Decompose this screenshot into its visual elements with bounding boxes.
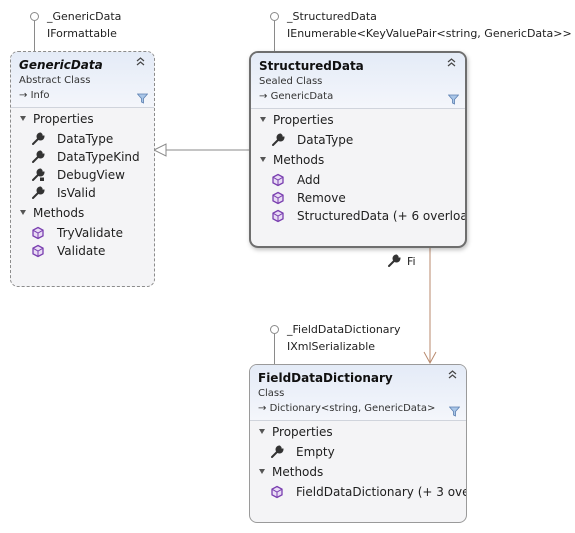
class-box-structured-data[interactable]: StructuredData Sealed Class → GenericDat… xyxy=(249,51,467,248)
class-name: GenericData xyxy=(19,58,103,72)
collapse-triangle-icon xyxy=(260,157,266,162)
class-header: StructuredData Sealed Class → GenericDat… xyxy=(251,53,465,109)
class-kind: Class xyxy=(258,388,285,399)
cube-icon xyxy=(272,209,284,223)
collapse-triangle-icon xyxy=(20,210,26,215)
method-item[interactable]: TryValidate xyxy=(11,224,154,242)
section-methods[interactable]: Methods xyxy=(250,461,466,483)
section-methods[interactable]: Methods xyxy=(251,149,465,171)
property-item[interactable]: DataType xyxy=(251,131,465,149)
class-name: StructuredData xyxy=(259,59,364,73)
class-kind: Abstract Class xyxy=(19,75,91,86)
inherit-arrow-icon: → xyxy=(258,403,267,414)
section-properties[interactable]: Properties xyxy=(11,108,154,130)
collapse-triangle-icon xyxy=(259,429,265,434)
filter-icon[interactable] xyxy=(448,94,459,105)
collapse-triangle-icon xyxy=(259,469,265,474)
inherit-arrow-icon: → xyxy=(19,90,28,101)
class-kind: Sealed Class xyxy=(259,76,323,87)
class-base: → GenericData xyxy=(259,91,334,102)
cube-icon xyxy=(32,226,44,240)
class-base: → Dictionary<string, GenericData> xyxy=(258,403,436,414)
section-properties[interactable]: Properties xyxy=(251,109,465,131)
class-header: FieldDataDictionary Class → Dictionary<s… xyxy=(250,365,466,421)
inherit-arrow-icon: → xyxy=(259,91,268,102)
property-item[interactable]: Empty xyxy=(250,443,466,461)
filter-icon[interactable] xyxy=(449,406,460,417)
class-name: FieldDataDictionary xyxy=(258,371,393,385)
cube-icon xyxy=(272,173,284,187)
method-item[interactable]: Validate xyxy=(11,242,154,260)
property-item[interactable]: DataType xyxy=(11,130,154,148)
wrench-icon xyxy=(271,445,284,458)
method-item[interactable]: Add xyxy=(251,171,465,189)
class-header: GenericData Abstract Class → Info xyxy=(11,52,154,108)
interface-lollipop-icon xyxy=(270,325,279,334)
interface-lollipop-icon xyxy=(270,12,279,21)
wrench-icon xyxy=(388,254,401,267)
wrench-icon xyxy=(32,132,45,145)
method-item[interactable]: StructuredData (+ 6 overloa... xyxy=(251,207,465,225)
section-properties[interactable]: Properties xyxy=(250,421,466,443)
double-chevron-up-icon[interactable] xyxy=(446,58,457,69)
class-box-generic-data[interactable]: GenericData Abstract Class → Info Proper… xyxy=(10,51,155,287)
class-base: → Info xyxy=(19,90,50,101)
interface-type: IFormattable xyxy=(47,27,117,40)
interface-name: _GenericData xyxy=(47,10,122,23)
interface-type: IXmlSerializable xyxy=(287,340,376,353)
inheritance-arrowhead xyxy=(152,143,167,157)
association-label[interactable]: Fi xyxy=(388,254,416,268)
collapse-triangle-icon xyxy=(260,117,266,122)
property-item[interactable]: DebugView xyxy=(11,166,154,184)
wrench-icon xyxy=(32,186,45,199)
collapse-triangle-icon xyxy=(20,116,26,121)
double-chevron-up-icon[interactable] xyxy=(447,370,458,381)
class-box-field-data-dictionary[interactable]: FieldDataDictionary Class → Dictionary<s… xyxy=(249,364,467,523)
cube-icon xyxy=(272,191,284,205)
double-chevron-up-icon[interactable] xyxy=(135,57,146,68)
interface-name: _StructuredData xyxy=(287,10,377,23)
interface-name: _FieldDataDictionary xyxy=(287,323,401,336)
method-item[interactable]: Remove xyxy=(251,189,465,207)
property-item[interactable]: DataTypeKind xyxy=(11,148,154,166)
method-item[interactable]: FieldDataDictionary (+ 3 ove... xyxy=(250,483,466,501)
interface-lollipop-icon xyxy=(30,12,39,21)
property-item[interactable]: IsValid xyxy=(11,184,154,202)
wrench-lock-icon xyxy=(32,168,45,181)
section-methods[interactable]: Methods xyxy=(11,202,154,224)
cube-icon xyxy=(271,485,283,499)
wrench-icon xyxy=(272,133,285,146)
wrench-icon xyxy=(32,150,45,163)
filter-icon[interactable] xyxy=(137,93,148,104)
cube-icon xyxy=(32,244,44,258)
interface-type: IEnumerable<KeyValuePair<string, Generic… xyxy=(287,27,572,40)
